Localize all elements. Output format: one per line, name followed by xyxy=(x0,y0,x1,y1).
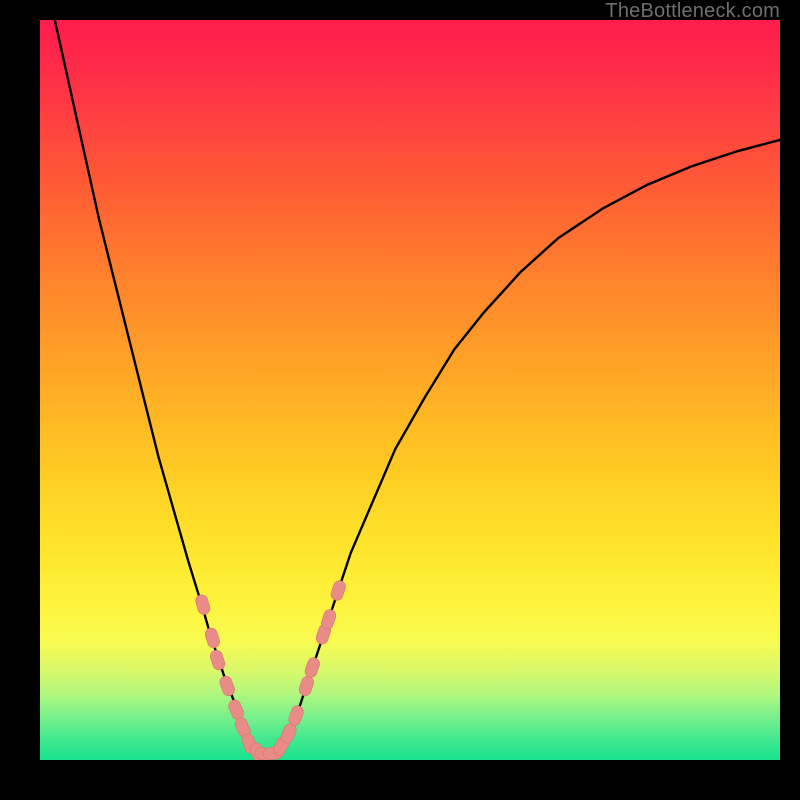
data-marker xyxy=(194,593,211,616)
chart-frame: TheBottleneck.com xyxy=(0,0,800,800)
data-marker xyxy=(209,649,227,672)
data-marker xyxy=(329,579,347,602)
plot-area xyxy=(40,20,780,760)
data-marker xyxy=(204,627,221,650)
watermark-text: TheBottleneck.com xyxy=(605,0,780,23)
curve-group xyxy=(55,20,780,754)
marker-group xyxy=(194,579,347,760)
data-marker xyxy=(218,675,236,698)
bottleneck-curve xyxy=(55,20,780,754)
chart-svg xyxy=(40,20,780,760)
data-marker xyxy=(303,656,321,679)
data-marker xyxy=(298,675,316,698)
